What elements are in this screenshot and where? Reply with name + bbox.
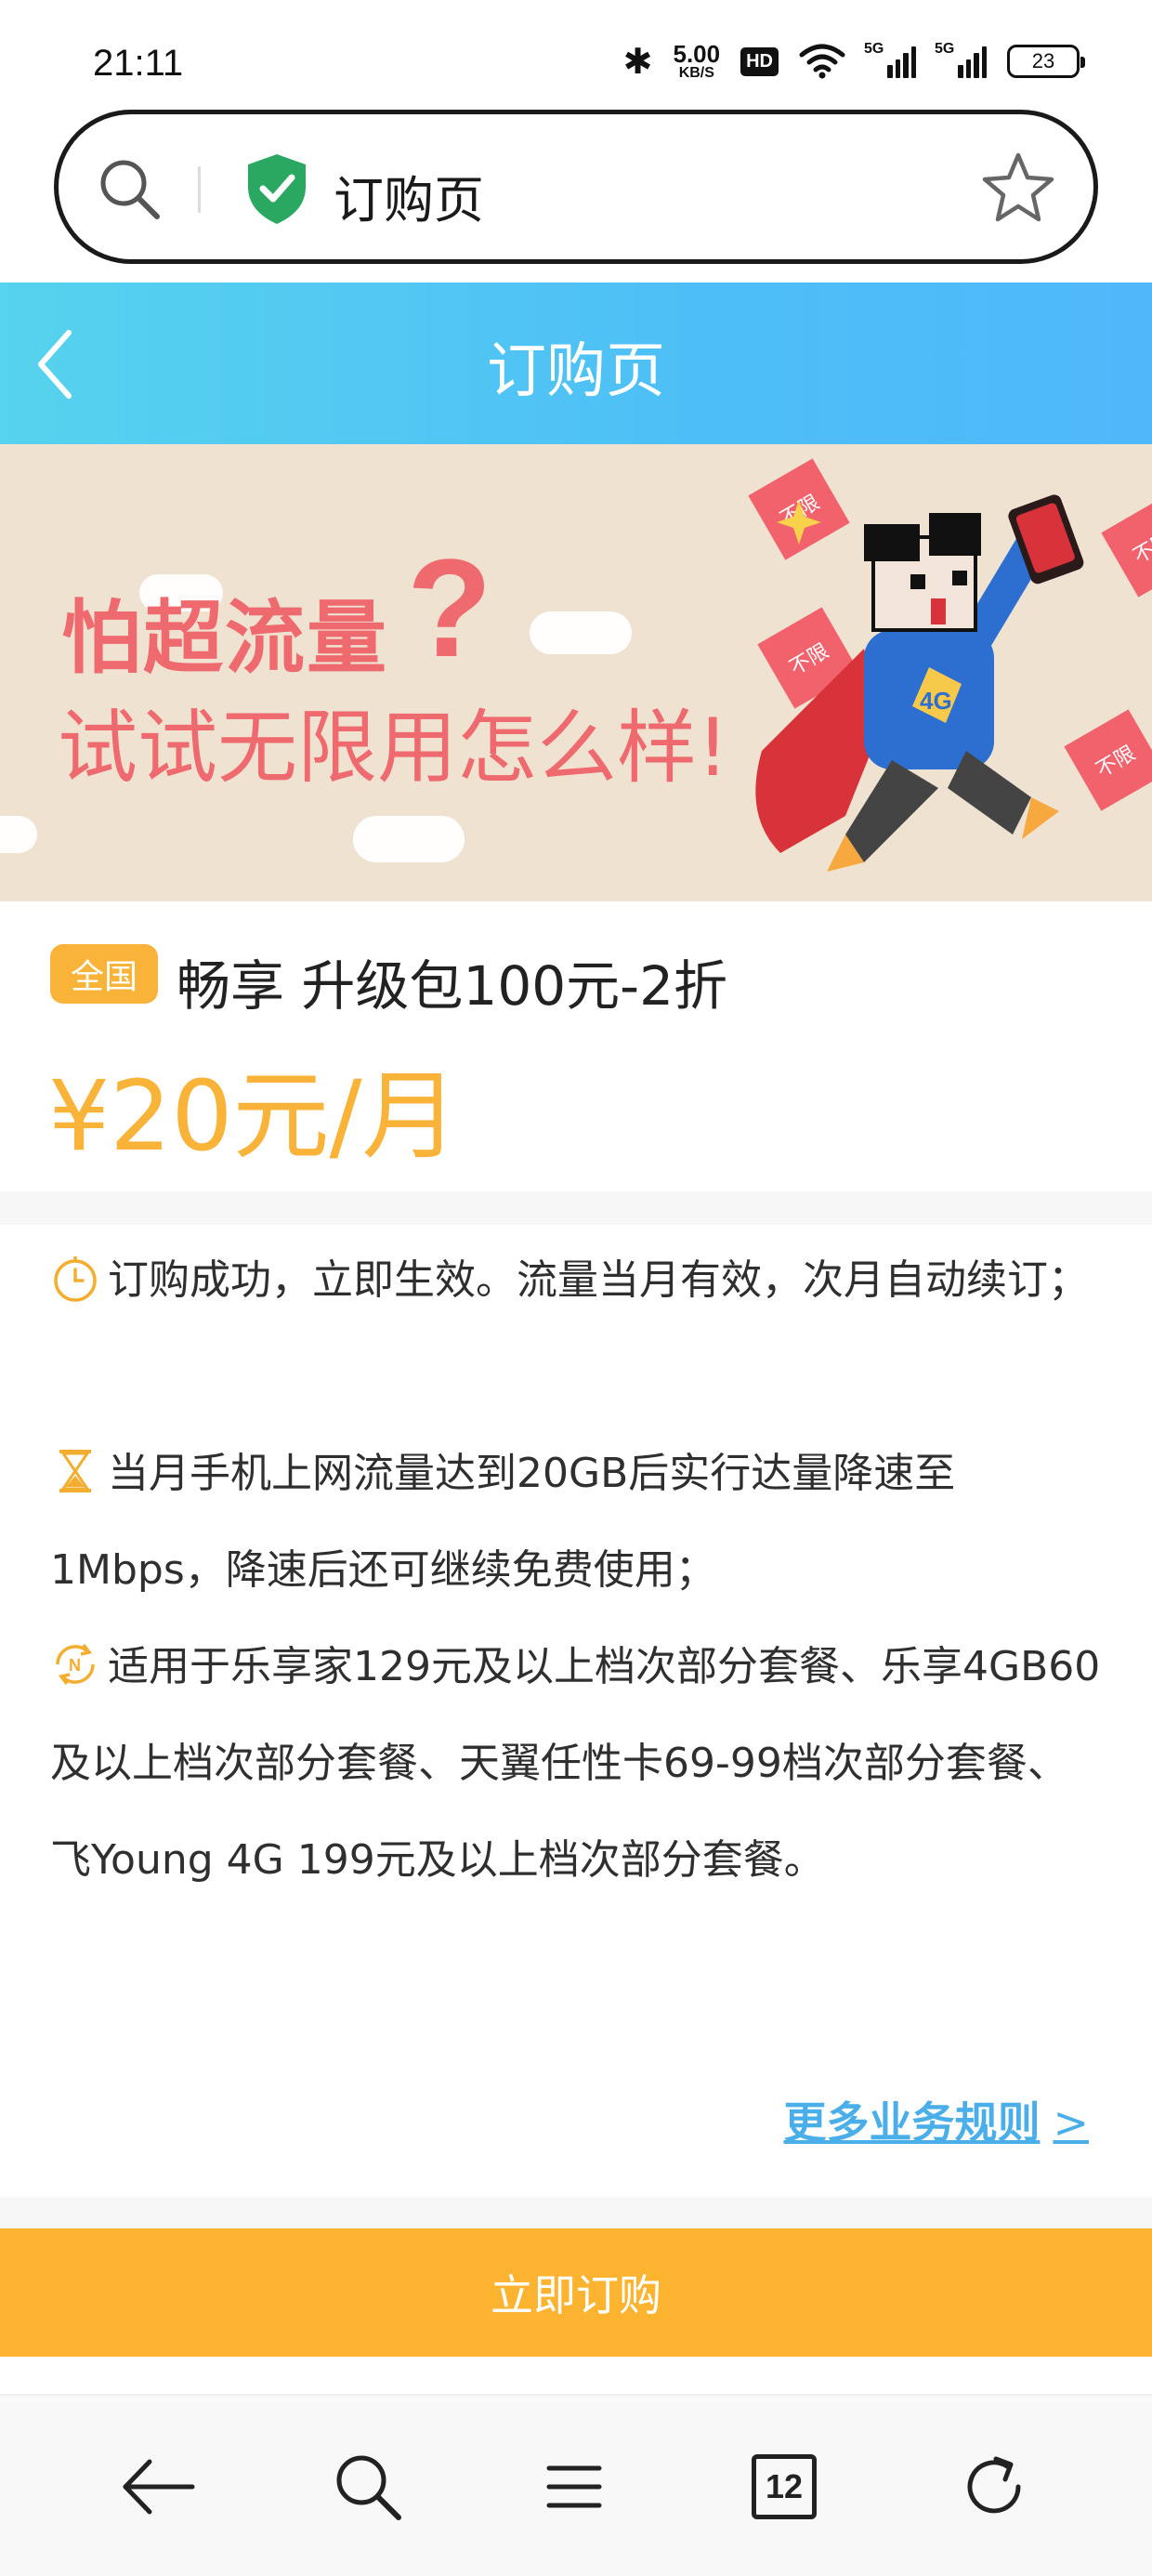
stopwatch-icon bbox=[54, 1256, 97, 1302]
network-speed-unit: KB/S bbox=[678, 65, 714, 81]
network-speed: 5.00 KB/S bbox=[674, 42, 721, 81]
status-time: 21:11 bbox=[93, 43, 184, 84]
hourglass-icon bbox=[59, 1450, 91, 1492]
signal-label: 5G bbox=[935, 41, 955, 57]
hd-badge: HD bbox=[740, 46, 779, 76]
svg-text:N: N bbox=[69, 1656, 81, 1675]
4g-badge: 4G bbox=[920, 687, 952, 715]
banner-headline: 怕超流量 bbox=[61, 592, 388, 685]
battery-icon: 23 bbox=[1007, 45, 1085, 78]
order-now-button[interactable]: 立即订购 bbox=[0, 2228, 1152, 2357]
address-bar[interactable]: 订购页 bbox=[54, 110, 1098, 264]
menu-icon[interactable] bbox=[543, 2461, 605, 2513]
network-speed-value: 5.00 bbox=[673, 40, 721, 68]
back-arrow-icon[interactable] bbox=[118, 2454, 198, 2519]
tab-count: 12 bbox=[765, 2467, 804, 2505]
search-icon[interactable] bbox=[332, 2451, 404, 2523]
promo-banner[interactable]: 怕超流量 ? 试试无限用怎么样! 不限 不限 不限 不限 4G bbox=[0, 444, 1152, 901]
battery-level: 23 bbox=[1031, 49, 1055, 72]
product-price: ¥20元/月 bbox=[48, 1059, 459, 1173]
rule-item: N 适用于乐享家129元及以上档次部分套餐、乐享4GB60及以上档次部分套餐、天… bbox=[50, 1619, 1106, 1909]
banner-subheadline: 试试无限用怎么样! bbox=[58, 702, 729, 795]
refresh-button[interactable] bbox=[949, 2442, 1039, 2531]
status-bar: 21:11 ✱ 5.00 KB/S HD 5G 5G 23 bbox=[0, 0, 1152, 102]
search-button[interactable] bbox=[323, 2442, 412, 2531]
renew-icon: N bbox=[56, 1643, 95, 1686]
page-header: 订购页 bbox=[0, 283, 1152, 444]
status-icons: ✱ 5.00 KB/S HD 5G 5G 23 bbox=[622, 41, 1085, 82]
region-badge: 全国 bbox=[50, 944, 158, 1004]
cloud-decoration bbox=[0, 816, 37, 853]
superhero-illustration: 4G bbox=[755, 494, 1084, 872]
address-title[interactable]: 订购页 bbox=[334, 159, 484, 232]
section-divider bbox=[0, 2197, 1152, 2228]
tabs-icon[interactable]: 12 bbox=[752, 2454, 817, 2519]
more-rules-link[interactable]: 更多业务规则 > bbox=[783, 2089, 1089, 2150]
signal-icon: 5G bbox=[864, 41, 917, 78]
product-info: 全国 畅享 升级包100元-2折 ¥20元/月 bbox=[0, 901, 1152, 1191]
chevron-right-icon[interactable]: > bbox=[1053, 2097, 1089, 2148]
page-title: 订购页 bbox=[487, 337, 665, 406]
shield-check-icon bbox=[248, 154, 306, 224]
business-rules: 订购成功，立即生效。流量当月有效，次月自动续订； 当月手机上网流量达到20GB后… bbox=[0, 1225, 1152, 2197]
cloud-decoration bbox=[353, 816, 465, 862]
bluetooth-icon: ✱ bbox=[622, 41, 653, 82]
more-rules-label[interactable]: 更多业务规则 bbox=[783, 2097, 1040, 2148]
star-icon[interactable] bbox=[980, 150, 1056, 226]
refresh-icon[interactable] bbox=[957, 2450, 1031, 2524]
rule-text: 订购成功，立即生效。流量当月有效，次月自动续订； bbox=[108, 1256, 1089, 1304]
section-divider bbox=[0, 1191, 1152, 1225]
search-icon[interactable] bbox=[94, 153, 164, 224]
wifi-icon bbox=[799, 44, 845, 79]
menu-button[interactable] bbox=[530, 2442, 619, 2531]
rule-item: 订购成功，立即生效。流量当月有效，次月自动续订； bbox=[50, 1232, 1106, 1329]
signal-icon: 5G bbox=[935, 41, 988, 78]
rule-item: 当月手机上网流量达到20GB后实行达量降速至1Mbps，降速后还可继续免费使用； bbox=[50, 1426, 1106, 1619]
product-name: 畅享 升级包100元-2折 bbox=[177, 954, 727, 1018]
address-divider bbox=[198, 166, 201, 213]
cloud-decoration bbox=[530, 611, 632, 654]
banner-question-mark: ? bbox=[407, 530, 492, 686]
tabs-button[interactable]: 12 bbox=[740, 2442, 829, 2531]
browser-bottom-nav: 12 bbox=[0, 2394, 1152, 2576]
signal-label: 5G bbox=[864, 41, 884, 57]
rule-text: 适用于乐享家129元及以上档次部分套餐、乐享4GB60及以上档次部分套餐、天翼任… bbox=[50, 1643, 1101, 1884]
rule-text: 当月手机上网流量达到20GB后实行达量降速至1Mbps，降速后还可继续免费使用； bbox=[50, 1450, 956, 1594]
back-button[interactable] bbox=[113, 2442, 203, 2531]
